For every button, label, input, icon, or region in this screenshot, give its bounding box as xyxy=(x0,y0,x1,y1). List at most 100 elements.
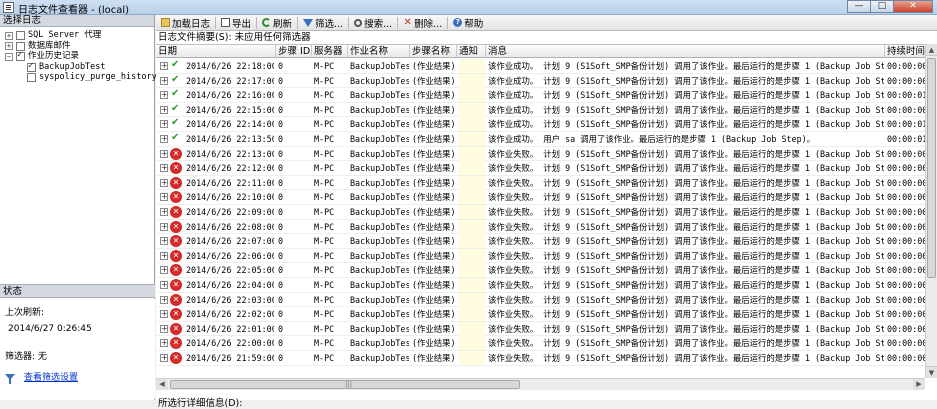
tree-checkbox[interactable] xyxy=(16,50,25,61)
vertical-scroll-thumb[interactable] xyxy=(927,58,936,278)
table-row[interactable]: +✔ 2014/6/26 22:18:00 0 M-PC BackupJobTest(作… xyxy=(156,59,925,74)
row-expand-icon[interactable]: + xyxy=(160,62,168,70)
row-expand-icon[interactable]: + xyxy=(160,251,168,260)
table-row[interactable]: +✕ 2014/6/26 22:06:00 0 M-PC BackupJobTest(作… xyxy=(156,248,925,264)
row-expand-icon[interactable]: + xyxy=(160,164,168,173)
row-expand-icon[interactable]: + xyxy=(160,324,168,333)
cell-step-id: 0 xyxy=(278,119,284,130)
cell-step-id: 0 xyxy=(278,294,284,305)
title-bar[interactable]: 日志文件查看器 - (local) — □ ✕ xyxy=(0,0,937,16)
table-row[interactable]: +✕ 2014/6/26 22:05:00 0 M-PC BackupJobTest(作… xyxy=(156,263,925,278)
cell-duration: 00:00:00 xyxy=(887,280,925,290)
row-expand-icon[interactable]: + xyxy=(160,120,168,129)
minimize-button[interactable]: — xyxy=(847,0,871,13)
log-grid[interactable]: 日期 步骤 ID 服务器 作业名称 步骤名称 通知 消息 持续时间 + ✔ 2014/6/26 2… xyxy=(156,44,925,378)
table-row[interactable]: +✔ 2014/6/26 22:17:00 0 M-PC BackupJobTest(作… xyxy=(156,73,925,89)
row-expand-icon[interactable]: + xyxy=(160,310,168,319)
delete-button[interactable]: ✕ 删除... xyxy=(400,16,445,30)
table-row[interactable]: +✕ 2014/6/26 22:12:00 0 M-PC BackupJobTest(作… xyxy=(156,161,925,176)
scroll-right-arrow-icon[interactable]: ▶ xyxy=(913,379,925,390)
export-button[interactable]: 导出 xyxy=(218,16,254,30)
tree-item[interactable]: syspolicy_purge_history xyxy=(27,72,157,83)
vertical-scrollbar[interactable]: ▲ ▼ xyxy=(925,44,937,378)
cell-date: 2014/6/26 22:12:00 xyxy=(186,163,274,174)
table-row[interactable]: +✕ 2014/6/26 22:09:00 0 M-PC BackupJobTest(作… xyxy=(156,205,925,220)
row-expand-icon[interactable]: + xyxy=(160,135,168,143)
cell-step: (作业结果) xyxy=(412,163,456,174)
row-expand-icon[interactable]: + xyxy=(160,281,168,289)
row-expand-icon[interactable]: + xyxy=(160,149,168,158)
row-expand-icon[interactable]: + xyxy=(160,91,168,100)
tree-checkbox[interactable] xyxy=(16,31,25,40)
table-row[interactable]: +✔ 2014/6/26 22:13:50 0 M-PC BackupJobTest(作… xyxy=(156,132,925,147)
table-row[interactable]: +✕ 2014/6/26 22:10:00 0 M-PC BackupJobTest(作… xyxy=(156,190,925,205)
refresh-button[interactable]: 刷新 xyxy=(259,16,295,30)
table-row[interactable]: +✕ 2014/6/26 21:59:00 0 M-PC BackupJobTest(作… xyxy=(156,351,925,366)
column-header[interactable]: 步骤名称 xyxy=(410,45,457,58)
column-header[interactable]: 步骤 ID xyxy=(276,45,312,58)
tree-expander-icon[interactable]: + xyxy=(5,42,13,50)
column-header[interactable]: 消息 xyxy=(486,45,885,58)
table-row[interactable]: +✔ 2014/6/26 22:16:00 0 M-PC BackupJobTest(作… xyxy=(156,88,925,103)
scroll-down-arrow-icon[interactable]: ▼ xyxy=(926,366,937,378)
tree-item[interactable]: BackupJobTest xyxy=(27,61,106,73)
cell-duration: 00:00:00 xyxy=(887,75,925,86)
tree-expander-icon[interactable]: + xyxy=(5,31,13,40)
cell-job: BackupJobTest xyxy=(350,338,409,349)
row-expand-icon[interactable]: + xyxy=(160,105,168,114)
row-expand-icon[interactable]: + xyxy=(160,208,168,216)
cell-notify xyxy=(459,307,485,322)
row-expand-icon[interactable]: + xyxy=(160,354,168,362)
table-row[interactable]: +✕ 2014/6/26 22:07:00 0 M-PC BackupJobTest(作… xyxy=(156,234,925,249)
delete-icon: ✕ xyxy=(403,17,412,28)
table-row[interactable]: +✕ 2014/6/26 22:02:00 0 M-PC BackupJobTest(作… xyxy=(156,307,925,322)
tree-item[interactable]: + SQL Server 代理 xyxy=(5,30,101,41)
scroll-up-arrow-icon[interactable]: ▲ xyxy=(926,44,937,56)
table-row[interactable]: +✕ 2014/6/26 22:03:00 0 M-PC BackupJobTest(作… xyxy=(156,292,925,308)
table-row[interactable]: +✔ 2014/6/26 22:14:00 0 M-PC BackupJobTest(作… xyxy=(156,117,925,132)
table-row[interactable]: +✕ 2014/6/26 22:11:00 0 M-PC BackupJobTest(作… xyxy=(156,175,925,191)
help-button[interactable]: ? 帮助 xyxy=(450,16,486,30)
cell-step: (作业结果) xyxy=(412,353,456,363)
table-row[interactable]: +✕ 2014/6/26 22:13:00 0 M-PC BackupJobTest(作… xyxy=(156,146,925,162)
row-expand-icon[interactable]: + xyxy=(160,266,168,275)
column-header[interactable]: 通知 xyxy=(457,45,486,58)
filter-button[interactable]: 筛选... xyxy=(300,16,346,30)
close-button[interactable]: ✕ xyxy=(893,0,933,13)
cell-server: M-PC xyxy=(314,236,335,247)
column-header[interactable]: 服务器 xyxy=(312,45,348,58)
column-header[interactable]: 持续时间 xyxy=(885,45,925,58)
load-log-button[interactable]: 加载日志 xyxy=(158,16,213,30)
row-expand-icon[interactable]: + xyxy=(160,222,168,231)
maximize-button[interactable]: □ xyxy=(870,0,894,13)
horizontal-scrollbar[interactable]: ◀ ||| ▶ xyxy=(156,378,925,390)
scroll-left-arrow-icon[interactable]: ◀ xyxy=(156,379,168,390)
row-expand-icon[interactable]: + xyxy=(160,237,168,246)
cell-date: 2014/6/26 22:16:00 xyxy=(186,90,274,101)
row-expand-icon[interactable]: + xyxy=(160,193,168,202)
error-icon: ✕ xyxy=(170,191,182,204)
tree-item[interactable]: + 数据库邮件 xyxy=(5,41,71,52)
row-expand-icon[interactable]: + xyxy=(160,295,168,304)
table-row[interactable]: +✕ 2014/6/26 22:01:00 0 M-PC BackupJobTest(作… xyxy=(156,321,925,337)
cell-step: (作业结果) xyxy=(412,90,456,101)
row-expand-icon[interactable]: + xyxy=(160,76,168,85)
search-button[interactable]: 搜索... xyxy=(351,16,395,30)
status-panel: 上次刷新: 2014/6/27 0:26:45 筛选器: 无 查看筛选设置 xyxy=(0,299,155,399)
row-expand-icon[interactable]: + xyxy=(160,339,168,348)
view-filter-settings-link[interactable]: 查看筛选设置 xyxy=(24,370,78,383)
tree-checkbox[interactable] xyxy=(27,61,36,72)
tree-expander-icon[interactable]: − xyxy=(5,52,13,61)
table-row[interactable]: +✕ 2014/6/26 22:00:00 0 M-PC BackupJobTest(作… xyxy=(156,336,925,351)
cell-server: M-PC xyxy=(314,338,335,349)
cell-notify xyxy=(459,336,485,351)
tree-checkbox[interactable] xyxy=(27,73,36,82)
column-header[interactable]: 作业名称 xyxy=(348,45,410,58)
column-header[interactable]: 日期 xyxy=(156,45,276,58)
row-expand-icon[interactable]: + xyxy=(160,178,168,187)
table-row[interactable]: +✕ 2014/6/26 22:04:00 0 M-PC BackupJobTest(作… xyxy=(156,278,925,293)
table-row[interactable]: +✔ 2014/6/26 22:15:00 0 M-PC BackupJobTest(作… xyxy=(156,102,925,118)
table-row[interactable]: +✕ 2014/6/26 22:08:00 0 M-PC BackupJobTest(作… xyxy=(156,219,925,235)
tree-item[interactable]: − 作业历史记录 xyxy=(5,50,79,62)
success-check-icon: ✔ xyxy=(171,132,180,143)
